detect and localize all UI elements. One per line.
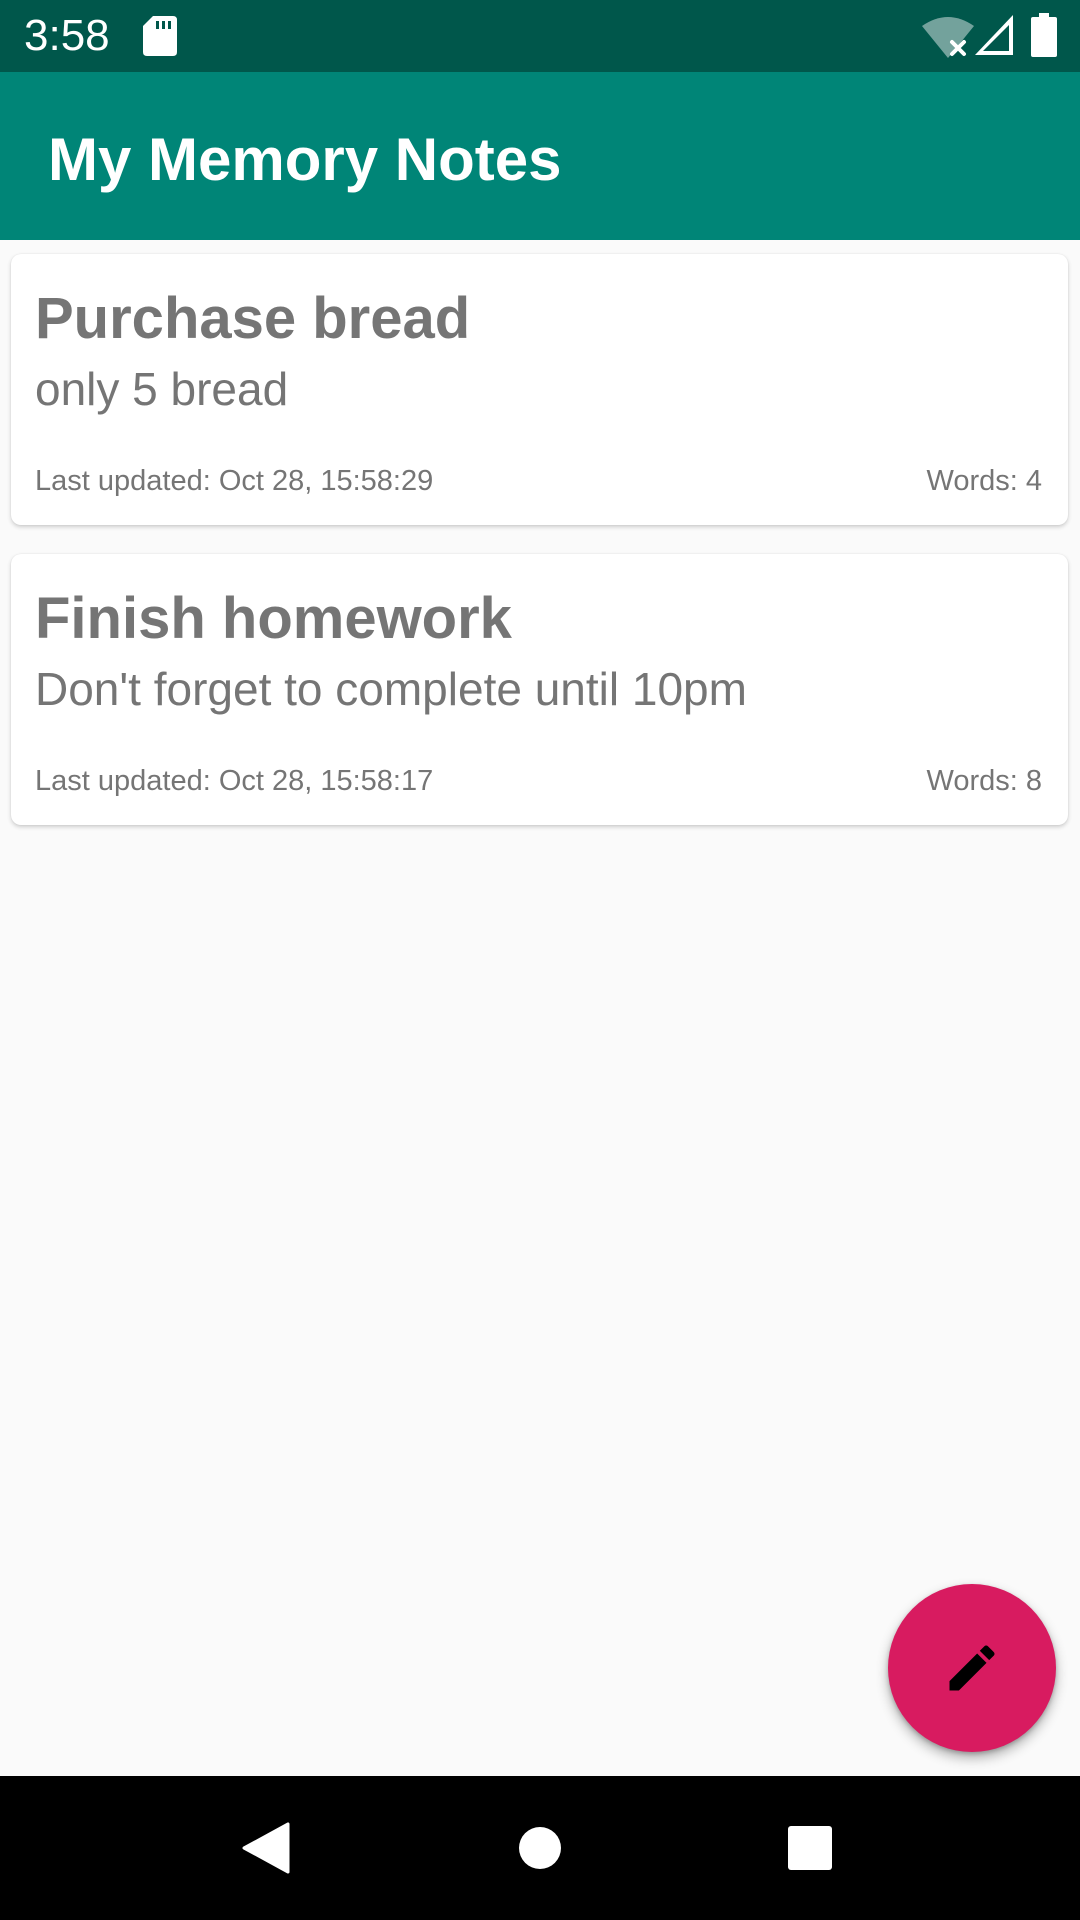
note-title: Finish homework xyxy=(35,586,512,651)
note-word-count: Words: 8 xyxy=(926,765,1042,797)
sd-card-icon xyxy=(143,16,177,56)
add-note-button[interactable] xyxy=(888,1584,1056,1752)
pencil-icon xyxy=(949,1645,995,1691)
back-icon[interactable] xyxy=(242,1822,290,1874)
wifi-off-icon xyxy=(922,17,974,58)
screen: 3:58 My Memory Notes Purchase bread only… xyxy=(0,0,1080,1920)
note-card[interactable]: Finish homework Don't forget to complete… xyxy=(11,554,1068,825)
note-last-updated: Last updated: Oct 28, 15:58:17 xyxy=(35,765,434,797)
note-title: Purchase bread xyxy=(35,286,471,351)
navigation-bar xyxy=(0,1776,1080,1920)
note-word-count: Words: 4 xyxy=(926,465,1042,497)
note-body: Don't forget to complete until 10pm xyxy=(35,663,747,715)
status-time: 3:58 xyxy=(24,11,110,60)
app-bar: My Memory Notes xyxy=(0,72,1080,240)
recents-icon[interactable] xyxy=(787,1825,833,1871)
note-body: only 5 bread xyxy=(35,363,289,415)
app-title: My Memory Notes xyxy=(48,126,562,193)
status-bar: 3:58 xyxy=(0,0,1080,72)
battery-icon xyxy=(1031,13,1057,57)
home-icon[interactable] xyxy=(518,1826,562,1870)
note-last-updated: Last updated: Oct 28, 15:58:29 xyxy=(35,465,434,497)
note-card[interactable]: Purchase bread only 5 bread Last updated… xyxy=(11,254,1068,525)
cell-signal-icon xyxy=(975,15,1013,55)
